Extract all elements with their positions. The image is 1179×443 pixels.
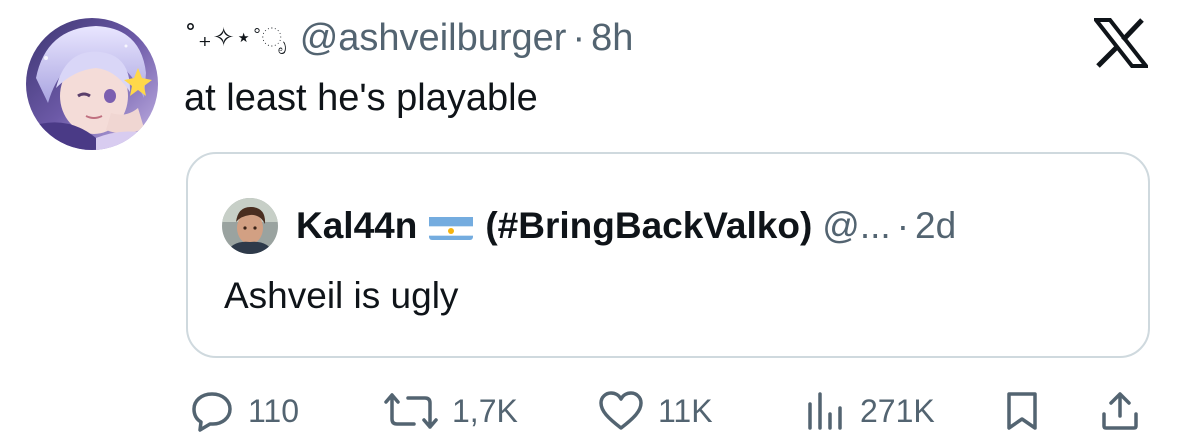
x-logo-icon: [1091, 18, 1151, 68]
quote-header: Kal44n (#BringBackValko) @... · 2d: [296, 198, 956, 254]
tweet-text: at least he's playable: [184, 77, 538, 119]
quote-author-avatar[interactable]: [222, 198, 278, 254]
tweet-timestamp[interactable]: 8h: [591, 17, 633, 60]
person-avatar-icon: [222, 198, 278, 254]
reply-count: 110: [248, 392, 300, 429]
share-icon: [1102, 392, 1138, 430]
author-handle[interactable]: @ashveilburger: [300, 17, 567, 60]
views-count: 271K: [860, 392, 935, 429]
reply-button[interactable]: 110: [190, 388, 299, 434]
anime-character-avatar-icon: [26, 18, 158, 150]
quote-timestamp[interactable]: 2d: [915, 205, 956, 247]
reply-icon: [192, 392, 232, 432]
quote-header-separator: ·: [896, 205, 910, 246]
author-avatar[interactable]: [26, 18, 158, 150]
header-separator: ·: [572, 16, 586, 59]
author-display-name[interactable]: ˚₊✧⋆˚ೃ: [184, 23, 288, 54]
quote-author-name[interactable]: Kal44n: [296, 205, 417, 247]
like-count: 11K: [658, 392, 713, 429]
tweet-header: ˚₊✧⋆˚ೃ @ashveilburger · 8h: [184, 12, 633, 64]
argentina-flag-icon: [429, 212, 474, 240]
repost-count: 1,7K: [452, 392, 518, 429]
repost-button[interactable]: 1,7K: [384, 388, 518, 434]
like-button[interactable]: 11K: [598, 388, 713, 434]
repost-icon: [384, 393, 438, 429]
quote-text: Ashveil is ugly: [224, 275, 459, 316]
heart-icon: [599, 391, 643, 430]
bookmark-icon: [1007, 392, 1037, 430]
share-button[interactable]: [1100, 388, 1140, 434]
quoted-tweet-card[interactable]: Kal44n (#BringBackValko) @... · 2d Ashve…: [186, 152, 1150, 358]
bookmark-button[interactable]: [1004, 388, 1040, 434]
quote-author-handle[interactable]: @...: [822, 205, 890, 247]
views-icon: [808, 392, 842, 430]
quote-author-name-suffix[interactable]: (#BringBackValko): [485, 205, 812, 247]
views-button[interactable]: 271K: [806, 388, 935, 434]
